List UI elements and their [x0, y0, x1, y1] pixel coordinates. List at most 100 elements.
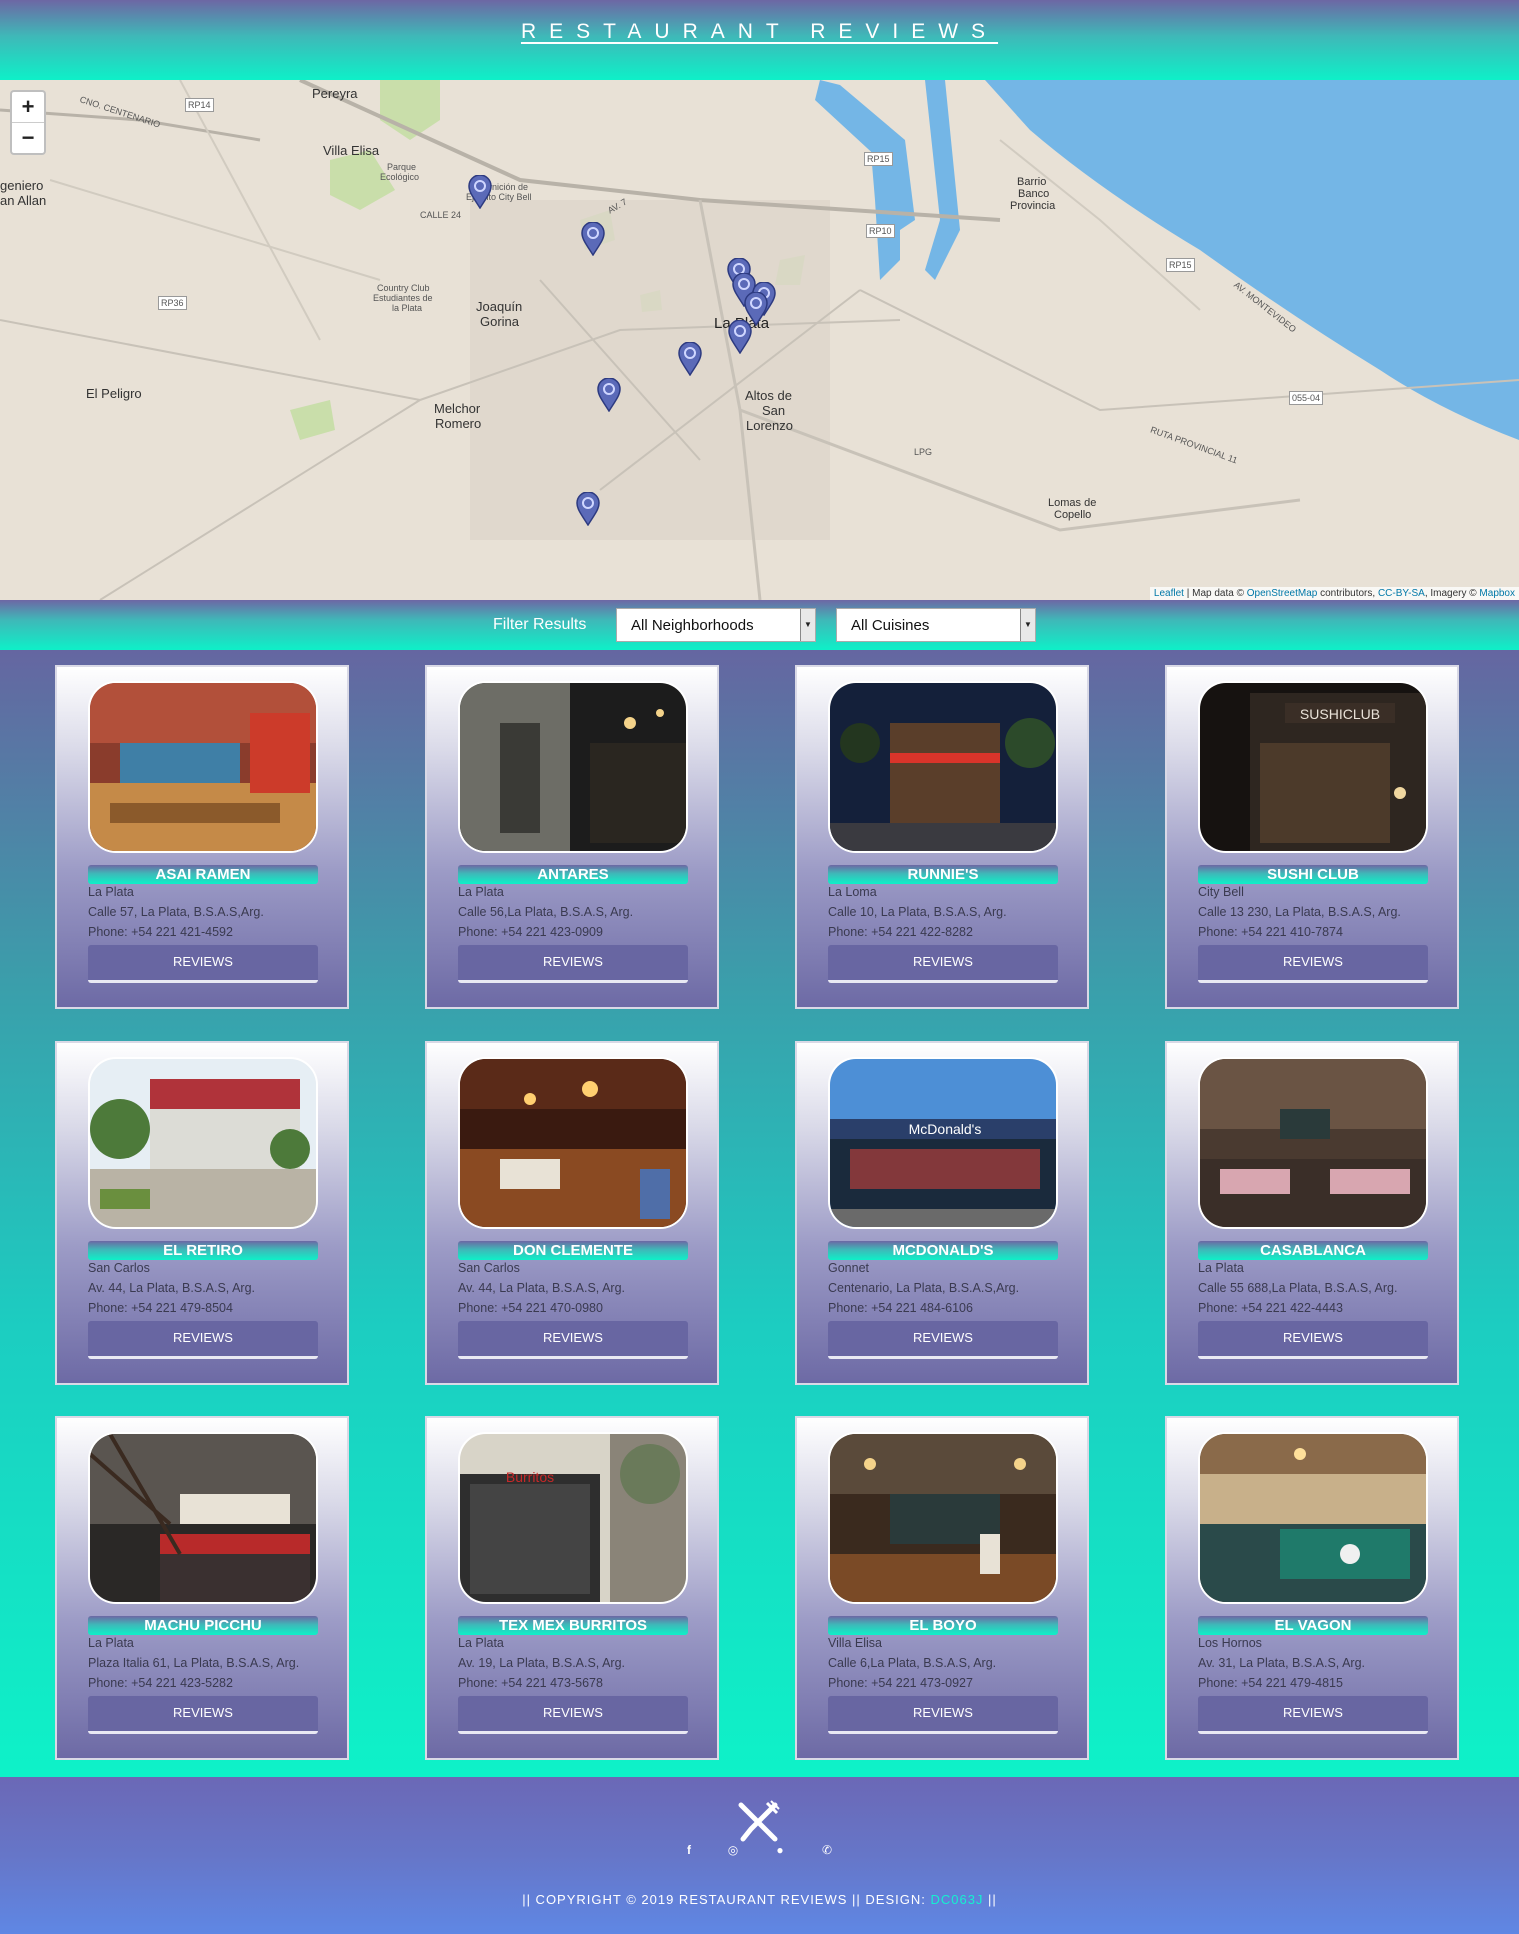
map-marker[interactable]: [678, 342, 702, 376]
reviews-button[interactable]: REVIEWS: [1198, 945, 1428, 983]
restaurant-card: ANTARES La Plata Calle 56,La Plata, B.S.…: [425, 665, 719, 1009]
restaurant-photo: [88, 1432, 318, 1604]
cc-by-sa-link[interactable]: CC-BY-SA: [1378, 588, 1425, 599]
restaurant-photo: [458, 1057, 688, 1229]
filter-results-label: Filter Results: [493, 616, 587, 633]
restaurant-name: DON CLEMENTE: [458, 1241, 688, 1260]
map-label-ecologico: Ecológico: [380, 172, 420, 182]
zoom-out-button[interactable]: −: [12, 122, 44, 153]
map-label-villa-elisa: Villa Elisa: [323, 143, 380, 158]
restaurant-address: Av. 31, La Plata, B.S.A.S, Arg.: [1198, 1656, 1365, 1670]
map-label-san: San: [762, 403, 786, 418]
neighborhoods-select[interactable]: All Neighborhoods ▼: [616, 608, 816, 642]
reviews-button[interactable]: REVIEWS: [458, 1696, 688, 1734]
cuisines-select[interactable]: All Cuisines ▼: [836, 608, 1036, 642]
reviews-button[interactable]: REVIEWS: [88, 1696, 318, 1734]
map-label-el-peligro: El Peligro: [86, 386, 142, 401]
svg-text:Burritos: Burritos: [506, 1469, 554, 1485]
restaurant-name: EL RETIRO: [88, 1241, 318, 1260]
restaurant-photo: [828, 681, 1058, 853]
copyright-end: ||: [983, 1892, 997, 1907]
restaurant-card: ASAI RAMEN La Plata Calle 57, La Plata, …: [55, 665, 349, 1009]
map-label-pereyra: Pereyra: [312, 86, 358, 101]
site-footer: f ◎ ● ✆ || COPYRIGHT © 2019 RESTAURANT R…: [0, 1777, 1519, 1934]
map-label-estudiantes: Estudiantes de: [373, 293, 433, 303]
restaurant-phone: Phone: +54 221 484-6106: [828, 1301, 973, 1315]
fork-knife-icon: [738, 1800, 780, 1842]
map-marker[interactable]: [597, 378, 621, 412]
restaurant-phone: Phone: +54 221 473-0927: [828, 1676, 973, 1690]
restaurant-card: EL VAGON Los Hornos Av. 31, La Plata, B.…: [1165, 1416, 1459, 1760]
restaurant-address: Calle 56,La Plata, B.S.A.S, Arg.: [458, 905, 634, 919]
map-marker[interactable]: [728, 320, 752, 354]
restaurant-photo: [88, 1057, 318, 1229]
zoom-in-button[interactable]: +: [12, 92, 44, 122]
attribution-imagery: , Imagery ©: [1424, 588, 1480, 599]
site-title-link[interactable]: RESTAURANT REVIEWS: [521, 20, 998, 44]
restaurant-card: McDonald's MCDONALD'S Gonnet Centenario,…: [795, 1041, 1089, 1385]
map-attribution: Leaflet | Map data © OpenStreetMap contr…: [1149, 587, 1519, 600]
zoom-control: + −: [10, 90, 46, 155]
restaurant-card: RUNNIE'S La Loma Calle 10, La Plata, B.S…: [795, 665, 1089, 1009]
reviews-button[interactable]: REVIEWS: [88, 1321, 318, 1359]
restaurants-list: ASAI RAMEN La Plata Calle 57, La Plata, …: [0, 650, 1519, 1777]
restaurant-address: Av. 44, La Plata, B.S.A.S, Arg.: [88, 1281, 255, 1295]
reviews-button[interactable]: REVIEWS: [828, 945, 1058, 983]
map-label-altos-de: Altos de: [745, 388, 792, 403]
restaurant-address: Calle 55 688,La Plata, B.S.A.S, Arg.: [1198, 1281, 1398, 1295]
instagram-icon[interactable]: ◎: [725, 1843, 741, 1857]
map-marker[interactable]: [576, 492, 600, 526]
attribution-contributors: contributors,: [1317, 588, 1378, 599]
map-label-ingeniero: geniero: [0, 178, 44, 193]
restaurant-name: EL BOYO: [828, 1616, 1058, 1635]
restaurants-map[interactable]: Pereyra Villa Elisa geniero an Allan Joa…: [0, 80, 1519, 600]
restaurant-neighborhood: San Carlos: [458, 1261, 520, 1275]
restaurant-neighborhood: La Plata: [458, 1636, 504, 1650]
reviews-button[interactable]: REVIEWS: [1198, 1321, 1428, 1359]
restaurant-address: Centenario, La Plata, B.S.A.S,Arg.: [828, 1281, 1020, 1295]
whatsapp-icon[interactable]: ✆: [819, 1843, 835, 1857]
restaurant-card: DON CLEMENTE San Carlos Av. 44, La Plata…: [425, 1041, 719, 1385]
map-label-melchor: Melchor: [434, 401, 481, 416]
restaurant-phone: Phone: +54 221 423-0909: [458, 925, 603, 939]
map-label-copello: Copello: [1054, 509, 1092, 521]
map-marker[interactable]: [581, 222, 605, 256]
mapbox-link[interactable]: Mapbox: [1479, 588, 1515, 599]
github-icon[interactable]: ●: [772, 1843, 788, 1857]
reviews-button[interactable]: REVIEWS: [828, 1696, 1058, 1734]
restaurant-neighborhood: La Plata: [1198, 1261, 1244, 1275]
restaurant-phone: Phone: +54 221 479-8504: [88, 1301, 233, 1315]
reviews-button[interactable]: REVIEWS: [88, 945, 318, 983]
map-label-calle-24: CALLE 24: [420, 210, 462, 220]
restaurant-neighborhood: Villa Elisa: [828, 1636, 882, 1650]
map-shield-rp14: RP14: [185, 98, 214, 112]
restaurant-phone: Phone: +54 221 473-5678: [458, 1676, 603, 1690]
reviews-button[interactable]: REVIEWS: [458, 945, 688, 983]
chevron-down-icon: ▼: [800, 609, 815, 641]
map-label-provincia: Provincia: [1010, 200, 1056, 212]
attribution-map-data: | Map data ©: [1183, 588, 1247, 599]
filter-bar: Filter Results All Neighborhoods ▼ All C…: [0, 600, 1519, 650]
leaflet-link[interactable]: Leaflet: [1154, 588, 1184, 599]
reviews-button[interactable]: REVIEWS: [828, 1321, 1058, 1359]
restaurant-photo: [458, 681, 688, 853]
reviews-button[interactable]: REVIEWS: [458, 1321, 688, 1359]
map-label-gorina: Gorina: [480, 314, 520, 329]
map-marker[interactable]: [468, 175, 492, 209]
facebook-icon[interactable]: f: [681, 1843, 697, 1857]
designer-link[interactable]: DC063J: [930, 1892, 983, 1907]
restaurant-phone: Phone: +54 221 410-7874: [1198, 925, 1343, 939]
restaurant-name: CASABLANCA: [1198, 1241, 1428, 1260]
reviews-button[interactable]: REVIEWS: [1198, 1696, 1428, 1734]
restaurant-phone: Phone: +54 221 421-4592: [88, 925, 233, 939]
social-links: f ◎ ● ✆: [0, 1843, 1519, 1863]
restaurant-photo: SUSHICLUB: [1198, 681, 1428, 853]
restaurant-neighborhood: La Loma: [828, 885, 877, 899]
restaurant-neighborhood: Gonnet: [828, 1261, 870, 1275]
map-shield-rp15: RP15: [864, 152, 893, 166]
openstreetmap-link[interactable]: OpenStreetMap: [1247, 588, 1318, 599]
restaurant-name: SUSHI CLUB: [1198, 865, 1428, 884]
restaurant-name: RUNNIE'S: [828, 865, 1058, 884]
map-label-romero: Romero: [435, 416, 482, 431]
copyright: || COPYRIGHT © 2019 RESTAURANT REVIEWS |…: [0, 1892, 1519, 1907]
